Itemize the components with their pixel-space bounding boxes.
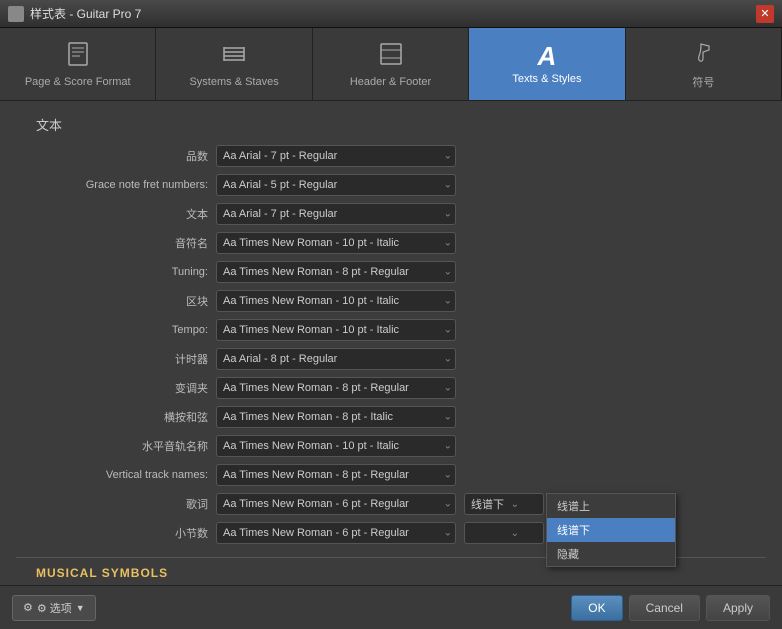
select-jishiqi[interactable]: Aa Arial - 8 pt - Regular — [216, 348, 456, 370]
row-tempo: Tempo: Aa Times New Roman - 10 pt - Ital… — [16, 318, 766, 342]
cancel-button[interactable]: Cancel — [629, 595, 700, 621]
row-qukuai: 区块 Aa Times New Roman - 10 pt - Italic ⌄ — [16, 289, 766, 313]
measures-position-select[interactable]: ⌄ — [464, 522, 544, 544]
row-grace-note: Grace note fret numbers: Aa Arial - 5 pt… — [16, 173, 766, 197]
select-xiaojieshu[interactable]: Aa Times New Roman - 6 pt - Regular — [216, 522, 456, 544]
select-tempo[interactable]: Aa Times New Roman - 10 pt - Italic — [216, 319, 456, 341]
row-track-h: 水平音轨名称 Aa Times New Roman - 10 pt - Ital… — [16, 434, 766, 458]
label-yinfuming: 音符名 — [16, 235, 216, 251]
label-henganhexian: 横按和弦 — [16, 409, 216, 425]
systems-staves-icon — [220, 40, 248, 72]
select-tempo-wrapper: Aa Times New Roman - 10 pt - Italic ⌄ — [216, 319, 456, 341]
row-pinshu: 品数 Aa Arial - 7 pt - Regular ⌄ — [16, 144, 766, 168]
select-wenben[interactable]: Aa Arial - 7 pt - Regular — [216, 203, 456, 225]
row-yinfuming: 音符名 Aa Times New Roman - 10 pt - Italic … — [16, 231, 766, 255]
app-icon — [8, 6, 24, 22]
select-track-v[interactable]: Aa Times New Roman - 8 pt - Regular — [216, 464, 456, 486]
tab-header-footer-label: Header & Footer — [350, 76, 431, 88]
label-wenben: 文本 — [16, 206, 216, 222]
label-track-h: 水平音轨名称 — [16, 438, 216, 454]
settings-button[interactable]: ⚙ ⚙ 选项 ▼ — [12, 595, 96, 621]
window-title: 样式表 - Guitar Pro 7 — [30, 5, 141, 22]
select-pinshu[interactable]: Aa Arial - 7 pt - Regular — [216, 145, 456, 167]
musical-symbols-title: MUSICAL SYMBOLS — [36, 566, 766, 580]
select-yinfuming[interactable]: Aa Times New Roman - 10 pt - Italic — [216, 232, 456, 254]
tab-page-score[interactable]: Page & Score Format — [0, 28, 156, 100]
title-bar: 样式表 - Guitar Pro 7 ✕ — [0, 0, 782, 28]
row-tuning: Tuning: Aa Times New Roman - 8 pt - Regu… — [16, 260, 766, 284]
select-yinfuming-wrapper: Aa Times New Roman - 10 pt - Italic ⌄ — [216, 232, 456, 254]
lyrics-position-select-wrapper: 线谱下 ⌄ 线谱上 线谱下 隐藏 — [464, 493, 544, 515]
select-henganhexian-wrapper: Aa Times New Roman - 8 pt - Italic ⌄ — [216, 406, 456, 428]
header-footer-icon — [377, 40, 405, 72]
select-geci[interactable]: Aa Times New Roman - 6 pt - Regular — [216, 493, 456, 515]
lyrics-position-value: 线谱下 — [471, 496, 504, 512]
label-geci: 歌词 — [16, 496, 216, 512]
select-jishiqi-wrapper: Aa Arial - 8 pt - Regular ⌄ — [216, 348, 456, 370]
row-wenben: 文本 Aa Arial - 7 pt - Regular ⌄ — [16, 202, 766, 226]
lyrics-position-dropdown: 线谱上 线谱下 隐藏 — [546, 493, 676, 567]
select-grace-note-wrapper: Aa Arial - 5 pt - Regular ⌄ — [216, 174, 456, 196]
dropdown-item-hidden[interactable]: 隐藏 — [547, 542, 675, 566]
main-content: 文本 品数 Aa Arial - 7 pt - Regular ⌄ Grace … — [0, 101, 782, 585]
tab-systems-staves[interactable]: Systems & Staves — [156, 28, 312, 100]
row-track-v: Vertical track names: Aa Times New Roman… — [16, 463, 766, 487]
lyrics-position-select[interactable]: 线谱下 ⌄ — [464, 493, 544, 515]
select-pinshu-wrapper: Aa Arial - 7 pt - Regular ⌄ — [216, 145, 456, 167]
close-button[interactable]: ✕ — [756, 5, 774, 23]
label-biandiaoqia: 变调夹 — [16, 380, 216, 396]
apply-button[interactable]: Apply — [706, 595, 770, 621]
select-qukuai-wrapper: Aa Times New Roman - 10 pt - Italic ⌄ — [216, 290, 456, 312]
label-jishiqi: 计时器 — [16, 351, 216, 367]
select-tuning-wrapper: Aa Times New Roman - 8 pt - Regular ⌄ — [216, 261, 456, 283]
row-jishiqi: 计时器 Aa Arial - 8 pt - Regular ⌄ — [16, 347, 766, 371]
lyrics-position-wrapper: 线谱下 ⌄ 线谱上 线谱下 隐藏 — [464, 493, 544, 515]
ok-button[interactable]: OK — [571, 595, 622, 621]
tab-notation-label: 符号 — [692, 74, 714, 90]
row-henganhexian: 横按和弦 Aa Times New Roman - 8 pt - Italic … — [16, 405, 766, 429]
select-track-h-wrapper: Aa Times New Roman - 10 pt - Italic ⌄ — [216, 435, 456, 457]
select-qukuai[interactable]: Aa Times New Roman - 10 pt - Italic — [216, 290, 456, 312]
select-biandiaoqia[interactable]: Aa Times New Roman - 8 pt - Regular — [216, 377, 456, 399]
page-score-icon — [64, 40, 92, 72]
select-henganhexian[interactable]: Aa Times New Roman - 8 pt - Italic — [216, 406, 456, 428]
tab-systems-staves-label: Systems & Staves — [189, 76, 278, 88]
measures-extra: ⌄ — [464, 522, 544, 544]
texts-styles-icon: A — [538, 43, 557, 69]
tab-texts-styles-label: Texts & Styles — [512, 73, 581, 85]
label-pinshu: 品数 — [16, 148, 216, 164]
label-track-v: Vertical track names: — [16, 469, 216, 481]
tab-bar: Page & Score Format Systems & Staves Hea… — [0, 28, 782, 101]
chevron-down-icon: ▼ — [76, 603, 85, 613]
notation-icon — [689, 38, 717, 70]
select-wenben-wrapper: Aa Arial - 7 pt - Regular ⌄ — [216, 203, 456, 225]
select-xiaojieshu-wrapper: Aa Times New Roman - 6 pt - Regular ⌄ — [216, 522, 456, 544]
tab-texts-styles[interactable]: A Texts & Styles — [469, 28, 625, 100]
dropdown-item-below[interactable]: 线谱下 — [547, 518, 675, 542]
label-tuning: Tuning: — [16, 266, 216, 278]
bottom-bar: ⚙ ⚙ 选项 ▼ OK Cancel Apply — [0, 585, 782, 629]
select-track-h[interactable]: Aa Times New Roman - 10 pt - Italic — [216, 435, 456, 457]
gear-icon: ⚙ — [23, 601, 33, 614]
tab-header-footer[interactable]: Header & Footer — [313, 28, 469, 100]
section-title: 文本 — [36, 115, 766, 134]
row-geci: 歌词 Aa Times New Roman - 6 pt - Regular ⌄… — [16, 492, 766, 516]
label-grace-note: Grace note fret numbers: — [16, 179, 216, 191]
label-qukuai: 区块 — [16, 293, 216, 309]
select-biandiaoqia-wrapper: Aa Times New Roman - 8 pt - Regular ⌄ — [216, 377, 456, 399]
dropdown-item-above[interactable]: 线谱上 — [547, 494, 675, 518]
chevron-down-icon: ⌄ — [511, 499, 519, 510]
label-tempo: Tempo: — [16, 324, 216, 336]
row-biandiaoqia: 变调夹 Aa Times New Roman - 8 pt - Regular … — [16, 376, 766, 400]
select-track-v-wrapper: Aa Times New Roman - 8 pt - Regular ⌄ — [216, 464, 456, 486]
select-geci-wrapper: Aa Times New Roman - 6 pt - Regular ⌄ — [216, 493, 456, 515]
tab-notation[interactable]: 符号 — [626, 28, 782, 100]
label-xiaojieshu: 小节数 — [16, 525, 216, 541]
tab-page-score-label: Page & Score Format — [25, 76, 131, 88]
select-tuning[interactable]: Aa Times New Roman - 8 pt - Regular — [216, 261, 456, 283]
select-grace-note[interactable]: Aa Arial - 5 pt - Regular — [216, 174, 456, 196]
chevron-down-icon: ⌄ — [511, 528, 519, 539]
settings-label: ⚙ 选项 — [37, 600, 72, 616]
